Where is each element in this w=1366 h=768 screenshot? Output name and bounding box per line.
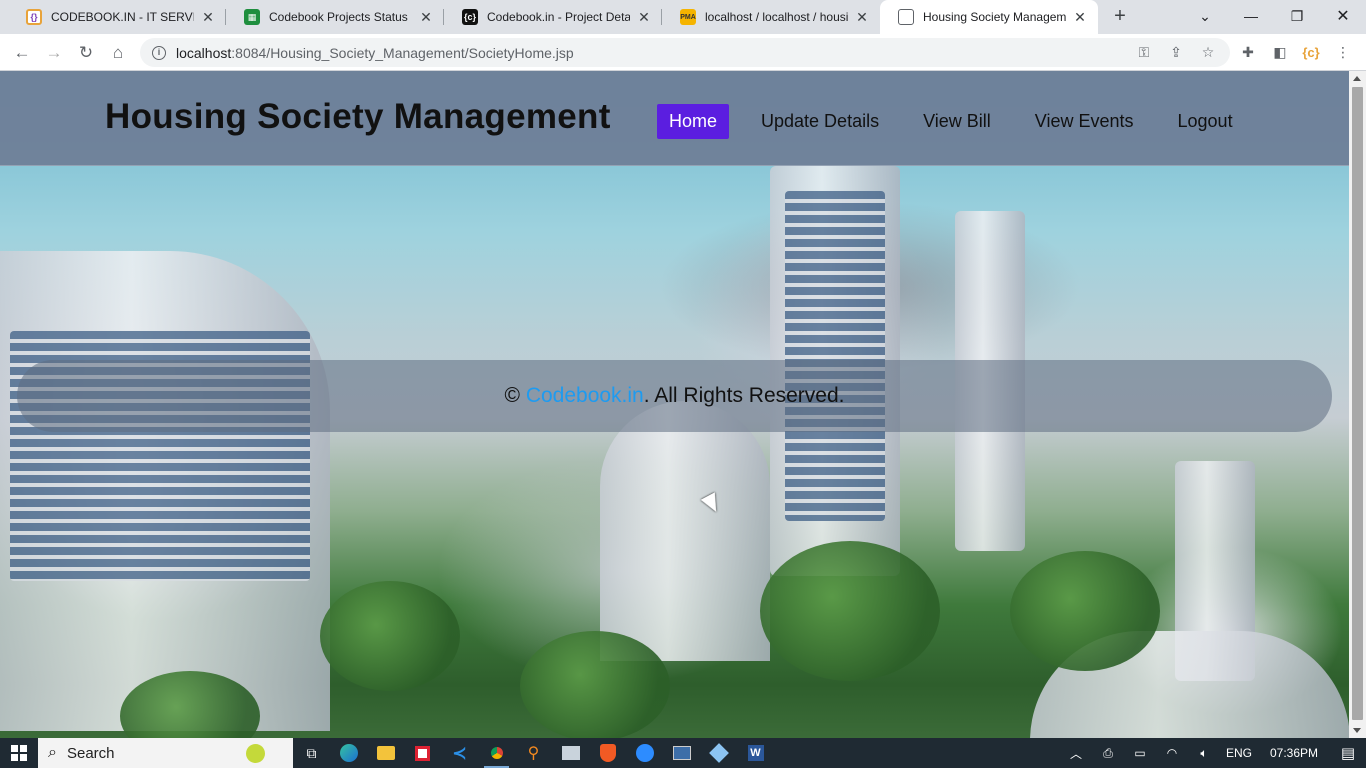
nav-update-details[interactable]: Update Details [749, 104, 891, 139]
edge-browser-icon[interactable] [330, 738, 367, 768]
browser-tabstrip: {} CODEBOOK.IN - IT SERVICES ✕ ▦ Codeboo… [0, 0, 1366, 34]
main-nav: Home Update Details View Bill View Event… [657, 104, 1265, 139]
system-tray: ︿ ⎙ ▭ ◠ 🔈︎ ENG 07:36PM ▤ [1060, 738, 1366, 768]
windows-taskbar: ⌕ Search ⧉ ≺ ⚲ W ︿ ⎙ ▭ ◠ 🔈︎ ENG 07:36PM … [0, 738, 1366, 768]
tab-title: Codebook Projects Status Re [269, 10, 412, 24]
url-path: :8084/Housing_Society_Management/Society… [231, 44, 574, 61]
chrome-icon[interactable] [478, 738, 515, 768]
browser-tab-phpmyadmin[interactable]: PMA localhost / localhost / housin ✕ [662, 0, 880, 34]
window-close-button[interactable]: ✕ [1320, 0, 1366, 32]
nav-view-bill[interactable]: View Bill [911, 104, 1003, 139]
tab-title: Housing Society Managemen [923, 10, 1066, 24]
background-windows [785, 191, 885, 521]
bookmark-star-icon[interactable]: ☆ [1199, 43, 1217, 61]
scroll-down-arrow-icon[interactable] [1353, 728, 1361, 733]
phpmyadmin-icon: PMA [680, 9, 696, 25]
taskbar-search-label: Search [66, 744, 115, 762]
tab-title: localhost / localhost / housin [705, 10, 848, 24]
browser-tab-codebook[interactable]: {} CODEBOOK.IN - IT SERVICES ✕ [8, 0, 226, 34]
browser-toolbar: ← → ↻ ⌂ i localhost:8084/Housing_Society… [0, 34, 1366, 71]
background-tree [320, 581, 460, 691]
windows-start-button[interactable] [0, 738, 38, 768]
copyright-suffix: . All Rights Reserved. [643, 384, 845, 407]
terminal-app-icon[interactable] [552, 738, 589, 768]
background-tree [520, 631, 670, 738]
copyright-prefix: © [504, 384, 526, 407]
tab-title: CODEBOOK.IN - IT SERVICES [51, 10, 194, 24]
screen-app-icon[interactable] [663, 738, 700, 768]
close-icon[interactable]: ✕ [1072, 9, 1088, 26]
scrollbar-thumb[interactable] [1352, 87, 1363, 720]
nav-view-events[interactable]: View Events [1023, 104, 1146, 139]
scroll-up-arrow-icon[interactable] [1353, 76, 1361, 81]
store-app-icon[interactable] [404, 738, 441, 768]
notifications-icon[interactable]: ▤ [1330, 744, 1366, 762]
share-icon[interactable]: ⇪ [1167, 43, 1185, 61]
side-panel-icon[interactable]: ◧ [1270, 42, 1290, 62]
volume-icon[interactable]: 🔈︎ [1188, 746, 1220, 761]
google-sheets-icon: ▦ [244, 9, 260, 25]
background-building [600, 401, 770, 661]
tray-chevron-icon[interactable]: ︿ [1060, 745, 1092, 762]
key-icon[interactable]: ⚿ [1135, 43, 1153, 61]
wifi-icon[interactable]: ◠ [1156, 746, 1188, 760]
search-app-icon[interactable]: ⚲ [515, 738, 552, 768]
brave-browser-icon[interactable] [589, 738, 626, 768]
file-explorer-icon[interactable] [367, 738, 404, 768]
tab-search-chevron-icon[interactable]: ⌄ [1182, 0, 1228, 32]
close-icon[interactable]: ✕ [418, 9, 434, 26]
battery-icon[interactable]: ▭ [1124, 746, 1156, 760]
codebook-logo-icon: {} [26, 9, 42, 25]
background-tree [760, 541, 940, 681]
site-brand-title: Housing Society Management [105, 97, 611, 136]
menu-dots-icon[interactable]: ⋮ [1333, 42, 1353, 62]
home-button[interactable]: ⌂ [105, 40, 131, 66]
reload-button[interactable]: ↻ [73, 40, 99, 66]
page-scrollbar[interactable] [1349, 71, 1366, 738]
codebook-extension-icon[interactable]: {c} [1301, 42, 1321, 62]
nav-home[interactable]: Home [657, 104, 730, 139]
clock[interactable]: 07:36PM [1258, 746, 1330, 760]
minimize-button[interactable]: — [1228, 0, 1274, 32]
zoom-app-icon[interactable] [626, 738, 663, 768]
forward-button[interactable]: → [41, 40, 67, 66]
meet-now-icon[interactable]: ⎙ [1092, 746, 1124, 761]
box-app-icon[interactable] [700, 738, 737, 768]
new-tab-button[interactable]: + [1108, 5, 1132, 29]
background-tree [1010, 551, 1160, 671]
page-viewport: Housing Society Management Home Update D… [0, 71, 1349, 738]
browser-tab-project-details[interactable]: {c} Codebook.in - Project Details ✕ [444, 0, 662, 34]
back-button[interactable]: ← [9, 40, 35, 66]
codebook-dark-icon: {c} [462, 9, 478, 25]
extensions-puzzle-icon[interactable]: ✚ [1238, 42, 1258, 62]
url-host: localhost [176, 44, 232, 61]
windows-logo-icon [11, 745, 27, 761]
codebook-link[interactable]: Codebook.in [526, 384, 644, 408]
language-indicator[interactable]: ENG [1220, 746, 1258, 760]
close-icon[interactable]: ✕ [200, 9, 216, 26]
search-icon: ⌕ [48, 744, 57, 761]
taskbar-search-box[interactable]: ⌕ Search [38, 738, 293, 768]
page-icon [898, 9, 914, 25]
address-bar[interactable]: i localhost:8084/Housing_Society_Managem… [140, 38, 1230, 67]
close-icon[interactable]: ✕ [854, 9, 870, 26]
copyright-bar: © Codebook.in. All Rights Reserved. [17, 360, 1332, 432]
close-icon[interactable]: ✕ [636, 9, 652, 26]
site-header: Housing Society Management Home Update D… [0, 71, 1349, 166]
browser-tab-projects-status[interactable]: ▦ Codebook Projects Status Re ✕ [226, 0, 444, 34]
vscode-icon[interactable]: ≺ [441, 738, 478, 768]
tab-title: Codebook.in - Project Details [487, 10, 630, 24]
site-info-icon[interactable]: i [152, 45, 166, 60]
browser-tab-housing-society[interactable]: Housing Society Managemen ✕ [880, 0, 1098, 34]
word-app-icon[interactable]: W [737, 738, 774, 768]
nav-logout[interactable]: Logout [1166, 104, 1245, 139]
tennis-ball-icon [246, 744, 265, 763]
restore-button[interactable]: ❐ [1274, 0, 1320, 32]
task-view-icon[interactable]: ⧉ [293, 738, 330, 768]
